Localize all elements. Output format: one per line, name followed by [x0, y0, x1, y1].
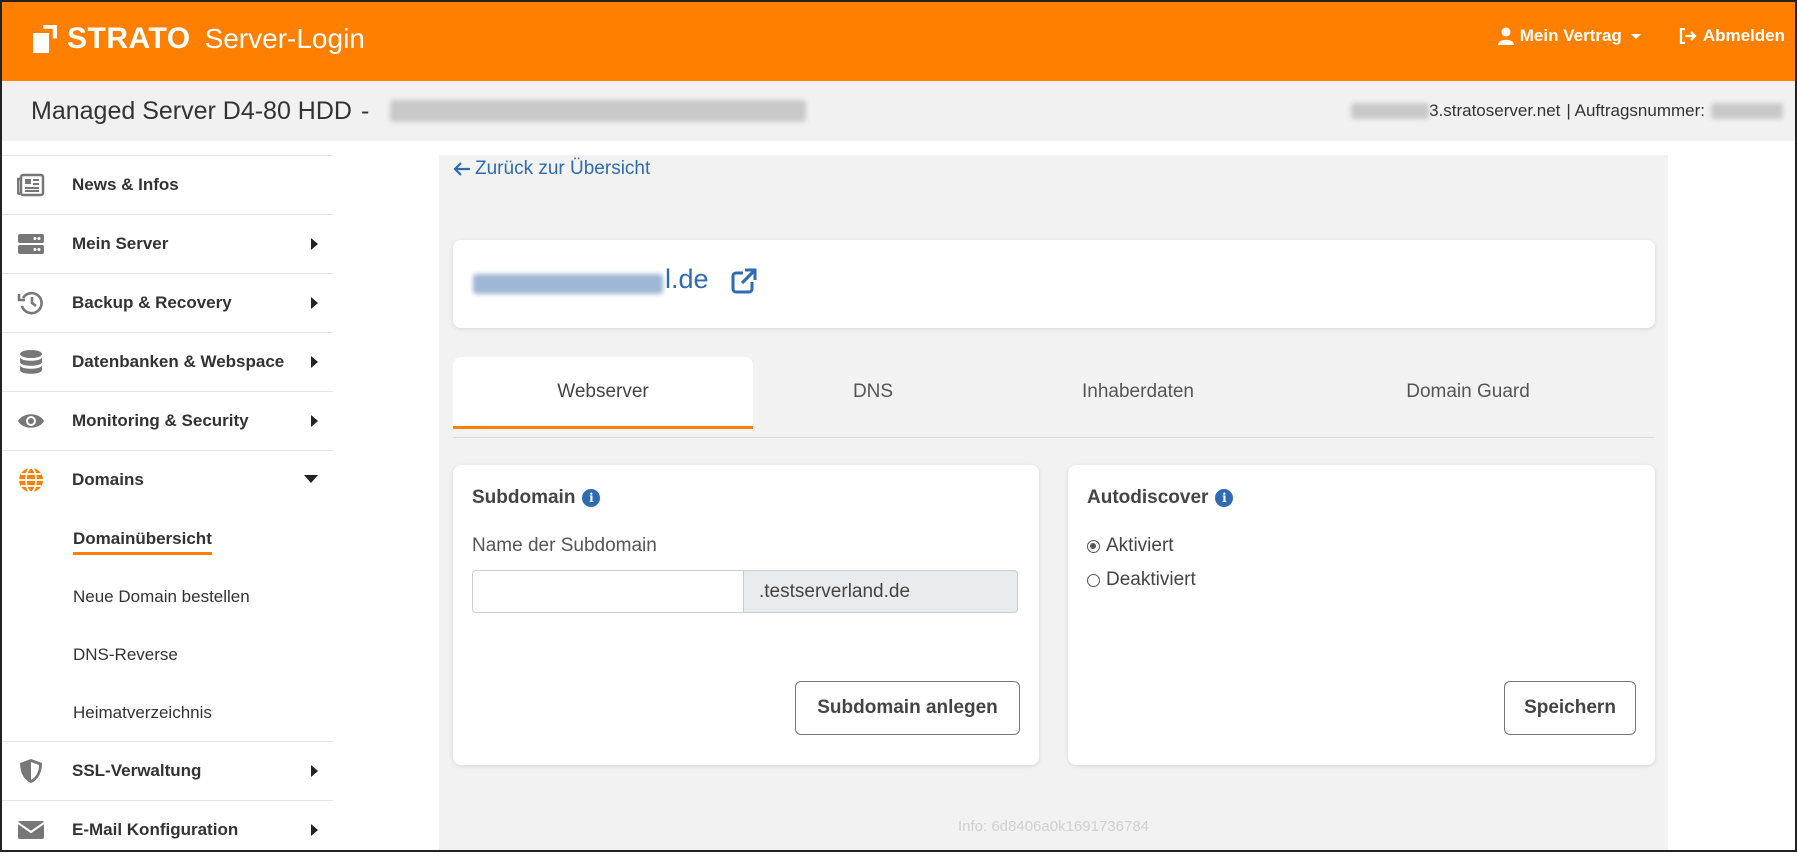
back-link-label: Zurück zur Übersicht	[475, 158, 651, 179]
sidebar-item-news[interactable]: News & Infos	[0, 155, 333, 214]
sidebar-item-domains[interactable]: Domains	[0, 450, 333, 509]
host-suffix: 3.stratoserver.net	[1429, 101, 1561, 120]
tab-webserver[interactable]: Webserver	[453, 357, 753, 429]
redacted-host-prefix	[1351, 103, 1430, 119]
sidebar-item-databases[interactable]: Datenbanken & Webspace	[0, 332, 333, 391]
sidebar-item-label: Datenbanken & Webspace	[72, 352, 285, 371]
tab-inhaberdaten[interactable]: Inhaberdaten	[993, 357, 1283, 426]
order-number-label: | Auftragsnummer:	[1566, 101, 1705, 120]
server-icon	[16, 231, 46, 257]
sidebar-item-backup[interactable]: Backup & Recovery	[0, 273, 333, 332]
caret-right-icon	[311, 824, 318, 836]
radio-label: Aktiviert	[1106, 535, 1174, 556]
server-host-info: 3.stratoserver.net | Auftragsnummer:	[1351, 101, 1783, 121]
autodiscover-card: Autodiscover i Aktiviert Deaktiviert Spe…	[1068, 465, 1655, 765]
sign-out-icon	[1679, 28, 1697, 44]
card-title-text: Subdomain	[472, 487, 576, 508]
sidebar-item-label: Domains	[72, 470, 144, 489]
globe-icon	[16, 467, 46, 493]
strato-logo-icon	[33, 24, 59, 54]
tab-label: Webserver	[557, 380, 649, 402]
product-name: Server-Login	[204, 23, 365, 54]
sidebar-subitem-label: Domainübersicht	[73, 529, 212, 555]
radio-label: Deaktiviert	[1106, 569, 1196, 590]
redacted-domain-name	[473, 274, 663, 294]
sidebar-item-ssl[interactable]: SSL-Verwaltung	[0, 741, 333, 800]
brand-name: STRATO	[67, 22, 191, 55]
footer-info-text: Info: 6d8406a0k1691736784	[957, 818, 1149, 835]
subdomain-input[interactable]	[472, 570, 744, 613]
sidebar-subitem-label: DNS-Reverse	[73, 645, 178, 664]
card-title-text: Autodiscover	[1087, 487, 1209, 508]
caret-right-icon	[311, 297, 318, 309]
logout-label: Abmelden	[1702, 26, 1785, 45]
top-bar: STRATO Server-Login Mein Vertrag Abmelde…	[0, 0, 1797, 81]
sidebar-item-label: News & Infos	[72, 175, 179, 194]
info-icon[interactable]: i	[1215, 489, 1234, 507]
sidebar-item-label: SSL-Verwaltung	[72, 761, 202, 780]
sidebar-subitem-label: Neue Domain bestellen	[73, 587, 250, 606]
sidebar-item-label: Monitoring & Security	[72, 411, 249, 430]
caret-right-icon	[311, 415, 318, 427]
redacted-server-name	[390, 100, 806, 122]
sidebar-subitem-neue-domain[interactable]: Neue Domain bestellen	[0, 567, 333, 625]
database-icon	[16, 349, 46, 375]
caret-right-icon	[311, 238, 318, 250]
subdomain-field-label: Name der Subdomain	[472, 535, 657, 556]
subdomain-card: Subdomain i Name der Subdomain .testserv…	[453, 465, 1039, 765]
subdomain-input-group: .testserverland.de	[472, 570, 1018, 613]
caret-right-icon	[311, 356, 318, 368]
domain-suffix-addon: .testserverland.de	[744, 570, 1018, 613]
info-icon[interactable]: i	[582, 489, 601, 507]
history-icon	[16, 290, 46, 316]
radio-deaktiviert[interactable]: Deaktiviert	[1087, 569, 1196, 591]
sidebar-subitem-dns-reverse[interactable]: DNS-Reverse	[0, 625, 333, 683]
radio-aktiviert[interactable]: Aktiviert	[1087, 535, 1174, 557]
redacted-order-number	[1711, 103, 1783, 119]
logout-button[interactable]: Abmelden	[1679, 26, 1785, 46]
sidebar-subitem-domainuebersicht[interactable]: Domainübersicht	[0, 509, 333, 567]
sidebar-subitem-heimatverzeichnis[interactable]: Heimatverzeichnis	[0, 683, 333, 741]
sidebar-item-email[interactable]: E-Mail Konfiguration	[0, 800, 333, 859]
tab-label: DNS	[852, 380, 894, 402]
radio-button[interactable]	[1087, 573, 1100, 587]
account-menu-label: Mein Vertrag	[1519, 26, 1622, 45]
main-content: Zurück zur Übersicht l.de Webserver DNS …	[439, 155, 1668, 852]
brand-logo[interactable]: STRATO Server-Login	[33, 22, 365, 56]
domain-name: l.de	[665, 264, 709, 294]
tab-domain-guard[interactable]: Domain Guard	[1283, 357, 1653, 426]
caret-down-icon	[304, 475, 318, 483]
back-link[interactable]: Zurück zur Übersicht	[453, 158, 650, 180]
external-link-icon[interactable]	[731, 268, 757, 299]
envelope-icon	[16, 817, 46, 843]
domain-header-card: l.de	[453, 240, 1655, 328]
shield-icon	[16, 758, 46, 784]
title-separator: -	[361, 97, 370, 125]
arrow-left-icon	[453, 162, 470, 176]
save-button[interactable]: Speichern	[1504, 681, 1636, 735]
radio-button-checked[interactable]	[1087, 539, 1100, 553]
account-menu-button[interactable]: Mein Vertrag	[1497, 26, 1641, 46]
sidebar-subitem-label: Heimatverzeichnis	[73, 703, 212, 722]
sidebar-item-label: Mein Server	[72, 234, 169, 253]
server-title: Managed Server D4-80 HDD	[31, 97, 352, 125]
domain-tabs: Webserver DNS Inhaberdaten Domain Guard	[453, 357, 1655, 438]
autodiscover-title: Autodiscover i	[1087, 487, 1234, 509]
caret-right-icon	[311, 765, 318, 777]
tab-label: Domain Guard	[1406, 380, 1530, 402]
newspaper-icon	[16, 172, 46, 198]
sidebar-item-mein-server[interactable]: Mein Server	[0, 214, 333, 273]
sidebar-item-monitoring[interactable]: Monitoring & Security	[0, 391, 333, 450]
create-subdomain-button[interactable]: Subdomain anlegen	[795, 681, 1020, 735]
sidebar-item-label: E-Mail Konfiguration	[72, 820, 239, 839]
subdomain-title: Subdomain i	[472, 487, 601, 509]
sidebar-nav: News & Infos Mein Server Backup & Recove…	[0, 155, 333, 859]
sidebar-item-label: Backup & Recovery	[72, 293, 232, 312]
tab-label: Inhaberdaten	[1082, 380, 1194, 402]
caret-down-icon	[1630, 33, 1641, 39]
user-icon	[1497, 27, 1514, 45]
eye-icon	[16, 408, 46, 434]
tab-dns[interactable]: DNS	[753, 357, 993, 426]
